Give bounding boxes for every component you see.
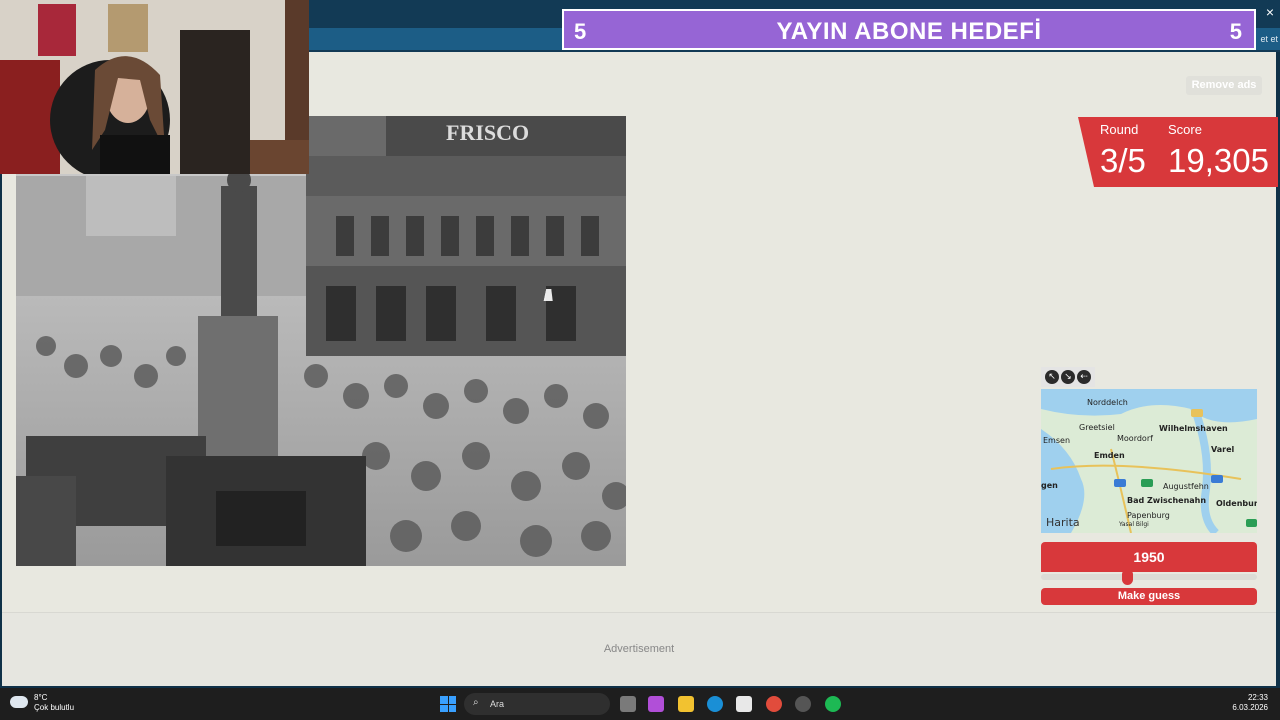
map-shrink-icon[interactable]: ↘	[1061, 370, 1075, 384]
map-label-emden: Emden	[1094, 451, 1125, 460]
advertisement-label: Advertisement	[603, 643, 675, 655]
round-score-panel: Round 3/5 Score 19,305	[1078, 117, 1278, 187]
stream-subscriber-goal-banner: 5 YAYIN ABONE HEDEFİ 5	[562, 9, 1256, 50]
taskbar-search[interactable]: ⌕ Ara	[464, 693, 610, 715]
search-icon: ⌕	[473, 697, 479, 708]
map-label-emsen: Emsen	[1043, 436, 1071, 445]
round-label: Round	[1100, 122, 1139, 137]
round-value: 3/5	[1100, 142, 1146, 179]
make-guess-button[interactable]: Make guess	[1041, 588, 1257, 605]
windows-start-icon[interactable]	[440, 696, 456, 712]
taskbar-clock[interactable]: 22:33 6.03.2026	[1232, 693, 1268, 713]
clock-time: 22:33	[1247, 693, 1268, 702]
topbar-small-button[interactable]: et et	[1260, 34, 1278, 44]
file-explorer-icon[interactable]	[678, 696, 694, 712]
map-label-oldenburg: Oldenburg	[1216, 499, 1257, 508]
historic-photo-graphic: FRISCO	[16, 116, 626, 566]
search-placeholder: Ara	[490, 699, 505, 709]
goal-title: YAYIN ABONE HEDEFİ	[776, 18, 1042, 45]
year-display: 1950	[1041, 542, 1257, 572]
map-legal-link[interactable]: Yasal Bilgi	[1119, 521, 1149, 528]
weather-widget[interactable]: 8°C Çok bulutlu	[34, 693, 74, 713]
cloud-icon	[10, 696, 28, 708]
historic-photo[interactable]: FRISCO	[16, 116, 626, 566]
remove-ads-button[interactable]: Remove ads	[1186, 76, 1262, 95]
map-label-norddelch: Norddelch	[1087, 398, 1128, 407]
spotify-icon[interactable]	[825, 696, 841, 712]
task-view-icon[interactable]	[620, 696, 636, 712]
map-label-moordorf: Moordorf	[1117, 434, 1153, 443]
map-label-greetsiel: Greetsiel	[1079, 423, 1115, 432]
score-value: 19,305	[1168, 142, 1269, 179]
map-expand-icon[interactable]: ↖	[1045, 370, 1059, 384]
guess-map[interactable]: Norddelch Greetsiel Moordorf Wilhelmshav…	[1041, 389, 1257, 533]
map-label-bad-zwischenahn: Bad Zwischenahn	[1127, 496, 1207, 505]
edge-browser-icon[interactable]	[707, 696, 723, 712]
map-attribution: Harita	[1046, 516, 1080, 529]
copilot-icon[interactable]	[648, 696, 664, 712]
store-icon[interactable]	[736, 696, 752, 712]
chrome-icon[interactable]	[766, 696, 782, 712]
advertisement-area: Advertisement	[2, 612, 1276, 686]
weather-desc: Çok bulutlu	[34, 703, 75, 712]
map-label-varel: Varel	[1211, 445, 1235, 454]
map-controls: ↖ ↘ ⇠	[1041, 367, 1095, 387]
year-slider[interactable]	[1041, 574, 1257, 580]
weather-temp: 8°C	[34, 693, 48, 702]
score-label: Score	[1168, 122, 1202, 137]
map-label-wilhelmshaven: Wilhelmshaven	[1159, 424, 1228, 433]
map-pin-icon[interactable]: ⇠	[1077, 370, 1091, 384]
obs-icon[interactable]	[795, 696, 811, 712]
clock-date: 6.03.2026	[1232, 703, 1268, 712]
goal-right-count: 5	[1229, 19, 1242, 44]
svg-text:FRISCO: FRISCO	[446, 120, 529, 145]
webcam-graphic	[0, 0, 309, 174]
close-icon[interactable]: ×	[1266, 4, 1274, 20]
map-label-papenburg: Papenburg	[1127, 511, 1170, 520]
map-label-gen: gen	[1041, 481, 1058, 490]
windows-taskbar: 8°C Çok bulutlu ⌕ Ara 22:33 6.03.2026	[0, 688, 1280, 720]
streamer-webcam	[0, 0, 309, 174]
year-slider-thumb[interactable]	[1122, 569, 1134, 585]
map-label-augustfehn: Augustfehn	[1163, 482, 1209, 491]
